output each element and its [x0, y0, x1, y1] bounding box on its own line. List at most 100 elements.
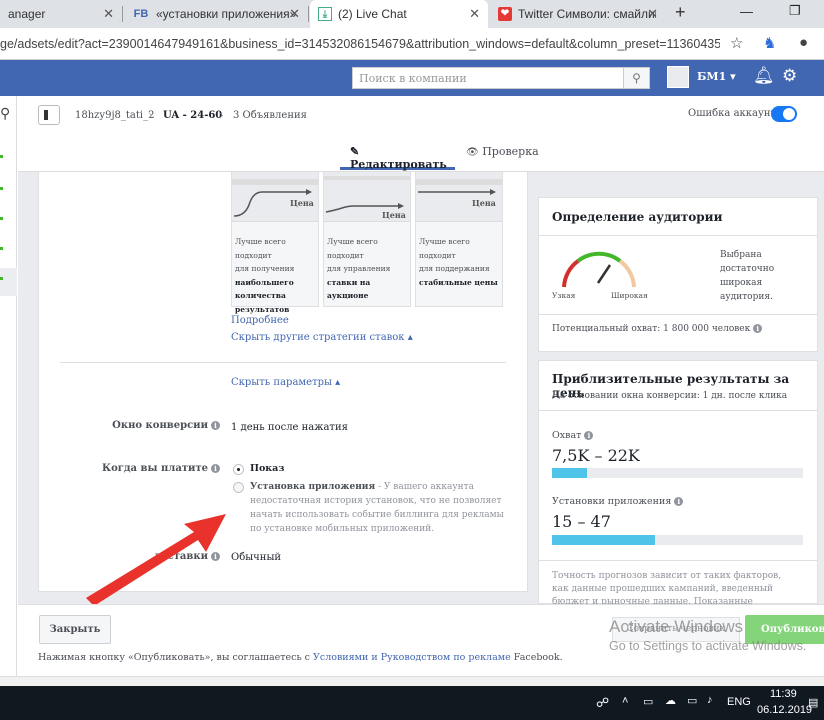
cost-graph: Цена: [324, 172, 410, 222]
status-dot: [0, 155, 3, 158]
settings-gear-icon[interactable]: ⚙: [782, 66, 797, 86]
close-icon[interactable]: ✕: [289, 6, 300, 22]
left-nav-selected[interactable]: [0, 268, 17, 296]
language-indicator[interactable]: ENG: [727, 696, 751, 708]
hide-bid-strategies-link[interactable]: Скрыть другие стратегии ставок ▴: [231, 332, 413, 343]
eye-icon: 👁︎: [466, 147, 479, 158]
tab-separator: [308, 6, 309, 22]
browser-tab[interactable]: anager ✕: [0, 0, 122, 28]
potential-reach: Потенциальный охват: 1 800 000 человек i: [552, 324, 763, 334]
tab-edit-label: Редактировать: [350, 158, 447, 171]
maximize-icon[interactable]: ❐: [789, 3, 801, 19]
terms-link[interactable]: Условиями и Руководством по рекламе: [313, 652, 511, 663]
clock-date[interactable]: 06.12.2019: [757, 704, 812, 716]
business-avatar[interactable]: [667, 66, 689, 88]
url-text[interactable]: ge/adsets/edit?act=2390014647949161&busi…: [0, 37, 720, 51]
cloud-icon[interactable]: ☁: [665, 694, 676, 707]
chevron-right-icon: ›: [148, 108, 153, 122]
conversion-window-label: Окно конверсии i: [60, 420, 220, 431]
business-account-switcher[interactable]: БМ1 ▾: [697, 70, 736, 83]
network-icon[interactable]: ▭: [687, 694, 697, 707]
close-icon[interactable]: ✕: [103, 6, 114, 22]
browser-tab-active[interactable]: ⤓ (2) Live Chat ✕: [310, 0, 488, 28]
notifications-bell-icon[interactable]: 🔔︎: [753, 66, 775, 86]
cost-curve-chart: Цена: [416, 179, 502, 208]
installs-label: Установки приложения i: [552, 496, 684, 507]
close-button[interactable]: Закрыть: [39, 615, 111, 644]
breadcrumb-ads[interactable]: 3 Объявления: [233, 110, 307, 121]
status-dot: [0, 247, 3, 250]
clock-time[interactable]: 11:39: [770, 688, 797, 700]
battery-icon: ▭: [643, 696, 654, 708]
profile-icon[interactable]: ●: [799, 34, 808, 51]
company-search-input[interactable]: Поиск в компании ⚲: [352, 67, 650, 89]
activate-windows-subtext: Go to Settings to activate Windows.: [609, 639, 807, 653]
breadcrumb-adset[interactable]: UA - 24-60: [163, 110, 222, 121]
tray-chevron-icon[interactable]: ˄: [622, 695, 628, 707]
notifications-icon[interactable]: ▤: [808, 696, 818, 709]
cost-graph: Цена: [232, 172, 318, 222]
chevron-right-icon: ›: [219, 108, 224, 122]
conversion-window-value[interactable]: 1 день после нажатия: [231, 422, 348, 433]
status-dot: [0, 217, 3, 220]
bookmark-star-icon[interactable]: ☆: [730, 34, 743, 52]
tab-title: anager: [8, 7, 46, 21]
info-icon[interactable]: i: [211, 421, 220, 430]
new-tab-plus-icon[interactable]: +: [675, 2, 686, 23]
divider: [539, 560, 817, 561]
installs-bar-fill: [552, 535, 655, 545]
cost-graph: Цена: [416, 172, 502, 222]
horizontal-scrollbar[interactable]: [0, 676, 824, 686]
gauge-wide-label: Широкая: [611, 291, 648, 300]
reach-value: 7,5K – 22K: [552, 446, 640, 465]
billing-app-install-option: Установка приложения - У вашего аккаунта…: [250, 482, 504, 534]
divider: [60, 362, 506, 363]
volume-icon[interactable]: ♪: [707, 694, 713, 706]
divider: [539, 235, 817, 236]
live-chat-favicon-icon: ⤓: [318, 7, 332, 21]
people-icon[interactable]: ☍: [596, 695, 609, 711]
tab-review[interactable]: 👁︎ Проверка: [466, 145, 539, 158]
bid-strategy-card-lowest-cost[interactable]: Цена Лучше всего подходит для получения на…: [231, 172, 319, 314]
left-search-icon[interactable]: ⚲: [0, 106, 10, 122]
tab-edit[interactable]: ✎ Редактировать: [340, 142, 455, 171]
browser-tab[interactable]: ❤ Twitter Символи: смайлик, Е ✕: [490, 0, 666, 28]
red-annotation-arrow: [86, 514, 226, 606]
close-icon[interactable]: ✕: [647, 6, 658, 22]
search-placeholder: Поиск в компании: [359, 72, 467, 85]
billing-event-label: Когда вы платите i: [60, 463, 220, 474]
info-icon[interactable]: i: [674, 497, 684, 506]
browser-tab[interactable]: FB «установки приложения»: Н ✕: [124, 0, 308, 28]
info-icon[interactable]: i: [211, 464, 220, 473]
hide-params-link[interactable]: Скрыть параметры ▴: [231, 377, 340, 388]
browser-tab-strip: anager ✕ FB «установки приложения»: Н ✕ …: [0, 0, 824, 28]
bid-strategy-card-bid-cap[interactable]: Цена Лучше всего подходит для управления с…: [323, 172, 411, 307]
learn-more-link[interactable]: Подробнее: [231, 315, 289, 326]
billing-impressions-radio[interactable]: [233, 464, 244, 475]
audience-definition-title: Определение аудитории: [552, 210, 723, 224]
info-icon[interactable]: i: [753, 324, 763, 333]
extension-icon[interactable]: ♞: [763, 34, 776, 52]
cost-curve-chart: Цена: [324, 176, 410, 220]
close-icon[interactable]: ✕: [469, 6, 480, 22]
installs-bar: [552, 535, 803, 545]
reach-bar: [552, 468, 803, 478]
account-error-toggle[interactable]: [771, 106, 797, 122]
gauge-needle: [596, 264, 612, 284]
search-icon[interactable]: ⚲: [623, 68, 649, 88]
info-icon[interactable]: i: [584, 431, 594, 440]
minimize-icon[interactable]: —: [740, 4, 753, 19]
bid-strategy-card-target-cost[interactable]: Цена Лучше всего подходит для поддержания…: [415, 172, 503, 307]
billing-app-install-radio[interactable]: [233, 482, 244, 493]
breadcrumb-campaign[interactable]: 18hzy9j8_tati_2: [75, 110, 154, 121]
pencil-icon: ✎: [350, 145, 360, 158]
gauge-narrow-label: Узкая: [552, 291, 576, 300]
toggle-panel-icon[interactable]: [38, 105, 60, 125]
tab-title: Twitter Символи: смайлик, Е: [518, 7, 656, 21]
activate-windows-watermark: Activate Windows: [609, 617, 744, 636]
address-bar[interactable]: ge/adsets/edit?act=2390014647949161&busi…: [0, 28, 824, 60]
billing-impressions-label[interactable]: Показ: [250, 463, 284, 474]
estimated-results-subtitle: На основании окна конверсии: 1 дн. после…: [552, 391, 788, 401]
card-description: Лучше всего подходит для управления ставки…: [327, 237, 391, 300]
status-dot: [0, 187, 3, 190]
